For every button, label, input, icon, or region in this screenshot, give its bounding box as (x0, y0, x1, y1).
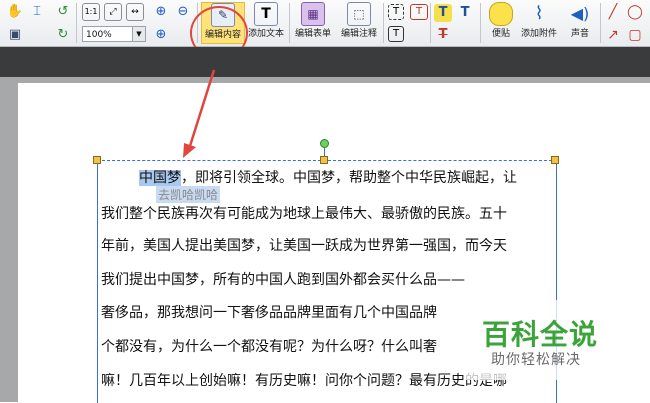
text-line-1[interactable]: 中国梦，即将引领全球。中国梦，帮助整个中华民族崛起，让 (101, 168, 549, 188)
text-line-2[interactable]: 我们整个民族再次有可能成为地球上最伟大、最骄傲的民族。五十 (101, 204, 549, 224)
text-line-3[interactable]: 年前，美国人提出美国梦，让美国一跃成为世界第一强国，而今天 (101, 236, 549, 256)
text-line-4[interactable]: 我们提出中国梦，所有的中国人跑到国外都会买什么品—— (101, 270, 549, 290)
rotate-handle[interactable] (320, 139, 329, 148)
resize-handle-top-center[interactable] (320, 156, 328, 164)
watermark-subtitle: 助你轻松解决 (491, 352, 581, 368)
watermark-title: 百科全说 (482, 318, 599, 351)
text-line-1-rest: ，即将引领全球。中国梦，帮助整个中华民族崛起，让 (181, 170, 517, 186)
resize-handle-top-right[interactable] (551, 156, 559, 164)
ghost-text: 去凯哈凯哈 (156, 186, 221, 203)
selected-text[interactable]: 中国梦 (139, 170, 181, 186)
resize-handle-top-left[interactable] (93, 156, 101, 164)
